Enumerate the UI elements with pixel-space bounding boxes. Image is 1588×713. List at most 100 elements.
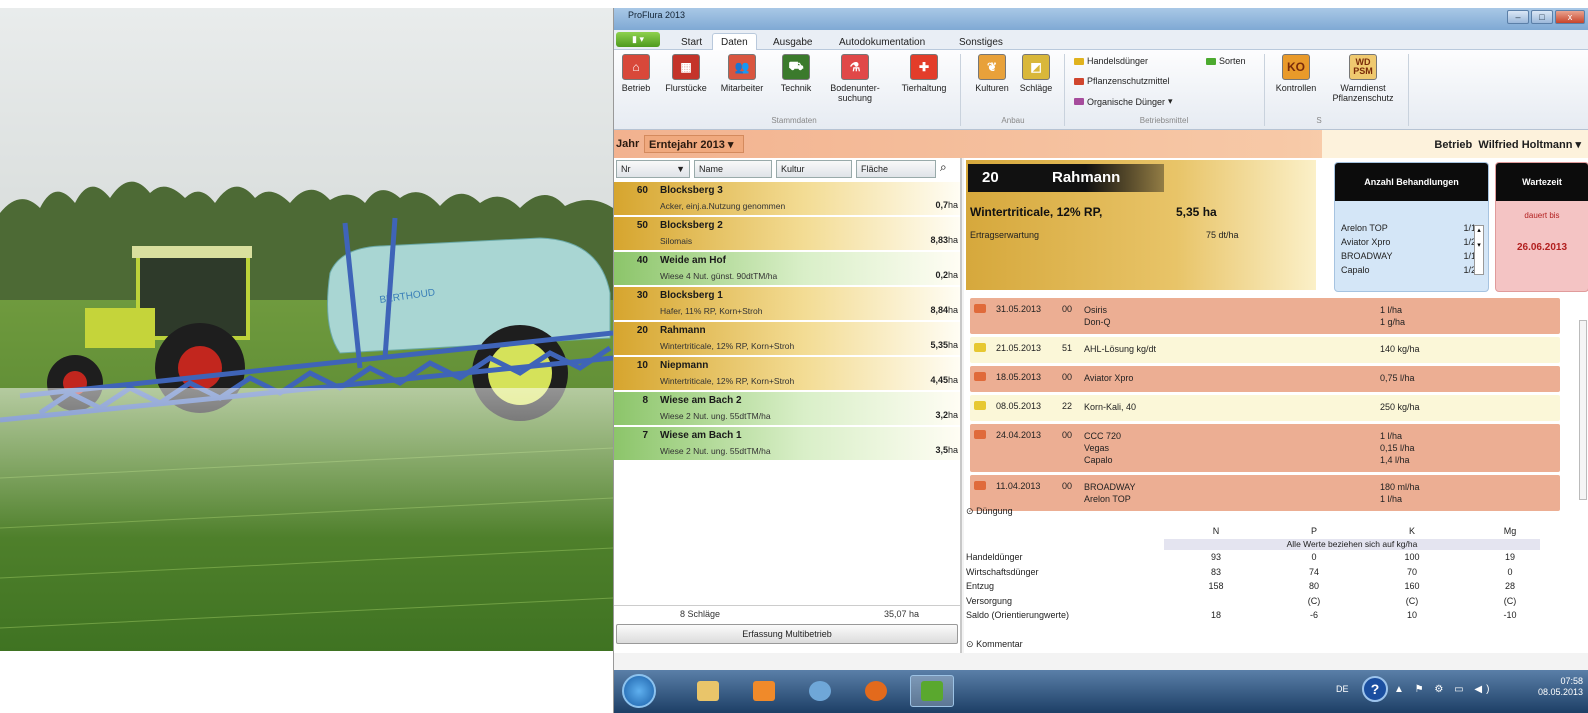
massnahme-amounts: 180 ml/ha 1 l/ha <box>1380 482 1420 504</box>
warndienst-button[interactable]: WD PSM Warndienst Pflanzenschutz <box>1326 54 1400 103</box>
behandlung-item: BROADWAY 1/1 <box>1341 251 1476 265</box>
column-name[interactable]: Name <box>694 160 772 178</box>
wartezeit-sub: dauert bis <box>1524 211 1560 220</box>
behandlungen-scrollbar[interactable]: ▴ ▾ <box>1474 225 1484 275</box>
duengung-column: P <box>1310 526 1317 536</box>
tray-icons[interactable]: ▲ ⚑ ⚙ ▭ ◀) <box>1394 684 1493 695</box>
flaeche-unit: ha <box>947 410 958 420</box>
tab-start[interactable]: Start <box>672 33 711 50</box>
pflanzenschutzmittel-button[interactable]: Pflanzenschutzmittel <box>1074 76 1170 86</box>
flaeche-value: 5,35 <box>930 340 948 350</box>
schlag-count: 8 Schläge <box>680 609 721 619</box>
massnahme-date: 21.05.2013 <box>996 343 1042 353</box>
collapse-icon: ⊙ <box>966 506 974 516</box>
schlag-flaeche: 0,7ha <box>935 200 958 210</box>
betrieb-select[interactable]: Betrieb Wilfried Holtmann ▾ <box>1434 138 1581 151</box>
schlag-kultur: Wintertriticale, 12% RP, Korn+Stroh <box>660 341 795 351</box>
list-item[interactable]: 10 Niepmann Wintertriticale, 12% RP, Korn+… <box>614 357 960 391</box>
duengung-value: 80 <box>1308 581 1319 591</box>
schlag-nr: 10 <box>636 360 648 371</box>
technik-button[interactable]: ⛟ Technik <box>770 54 822 93</box>
flurstuecke-button[interactable]: ▦ Flurstücke <box>660 54 712 93</box>
massnahme-products: BROADWAY Arelon TOP <box>1084 482 1136 504</box>
list-item[interactable]: 8 Wiese am Bach 2 Wiese 2 Nut. ung. 55dtTM… <box>614 392 960 426</box>
duengung-note: Alle Werte beziehen sich auf kg/ha <box>1164 539 1540 550</box>
tab-daten[interactable]: Daten <box>712 33 757 50</box>
fertilizer-icon <box>974 401 986 410</box>
schlag-kultur: Wiese 4 Nut. günst. 90dtTM/ha <box>660 271 778 281</box>
language-indicator[interactable]: DE <box>1336 684 1349 694</box>
schlag-nr: 20 <box>636 325 648 336</box>
app-menu-button[interactable]: ▮ ▾ <box>616 32 660 47</box>
list-item[interactable]: 20 Rahmann Wintertriticale, 12% RP, Korn+S… <box>614 322 960 356</box>
tab-sonstiges[interactable]: Sonstiges <box>950 33 1012 50</box>
list-item[interactable]: 30 Blocksberg 1 Hafer, 11% RP, Korn+Stroh 8… <box>614 287 960 321</box>
column-nr[interactable]: Nr ▼ <box>616 160 690 178</box>
maximize-button[interactable]: □ <box>1531 10 1553 24</box>
taskbar-explorer[interactable] <box>686 675 730 707</box>
year-select[interactable]: Erntejahr 2013 ▾ <box>644 135 744 153</box>
duengung-row-label: Versorgung <box>966 595 1013 606</box>
list-item[interactable]: 7 Wiese am Bach 1 Wiese 2 Nut. ung. 55dtTM… <box>614 427 960 461</box>
taskbar-media[interactable] <box>742 675 786 707</box>
schlag-flaeche: 4,45ha <box>930 375 958 385</box>
duengung-row-label: Saldo (Orientierungwerte) <box>966 610 1070 620</box>
bodenuntersuchung-button[interactable]: ⚗ Bodenunter- suchung <box>822 54 888 103</box>
people-icon: 👥 <box>728 54 756 80</box>
massnahme-row[interactable]: 08.05.2013 22 Korn-Kali, 40 250 kg/ha <box>970 395 1560 421</box>
massnahme-row[interactable]: 31.05.2013 00 Osiris Don-Q 1 l/ha 1 g/ha <box>970 298 1560 334</box>
sorten-button[interactable]: Sorten <box>1206 56 1246 66</box>
behandlungen-panel: Anzahl Behandlungen Arelon TOP 1/1 Aviator… <box>1334 162 1489 292</box>
massnahme-row[interactable]: 24.04.2013 00 CCC 720 Vegas Capalo 1 l/ha 0… <box>970 424 1560 472</box>
help-icon[interactable]: ? <box>1362 676 1388 702</box>
column-kultur[interactable]: Kultur <box>776 160 852 178</box>
tab-ausgabe[interactable]: Ausgabe <box>764 33 821 50</box>
massnahme-row[interactable]: 21.05.2013 51 AHL-Lösung kg/dt 140 kg/ha <box>970 337 1560 363</box>
handelsduenger-button[interactable]: Handelsdünger <box>1074 56 1148 66</box>
organische-duenger-button[interactable]: Organische Dünger ▾ <box>1074 96 1173 107</box>
duengung-header[interactable]: ⊙ Düngung <box>966 506 1566 517</box>
start-button[interactable] <box>622 674 656 708</box>
kommentar-header[interactable]: ⊙ Kommentar <box>966 639 1023 650</box>
flaeche-value: 4,45 <box>930 375 948 385</box>
tierhaltung-button[interactable]: ✚ Tierhaltung <box>896 54 952 93</box>
behandlung-item: Arelon TOP 1/1 <box>1341 223 1476 237</box>
flaeche-value: 3,5 <box>935 445 948 455</box>
behandlungen-list[interactable]: Arelon TOP 1/1 Aviator Xpro 1/2 BROADWAY 1/1 C… <box>1341 223 1476 279</box>
list-item[interactable]: 60 Blocksberg 3 Acker, einj.a.Nutzung geno… <box>614 182 960 216</box>
clock-time: 07:58 <box>1560 676 1583 686</box>
massnahme-row[interactable]: 18.05.2013 00 Aviator Xpro 0,75 l/ha <box>970 366 1560 392</box>
schlaege-button[interactable]: ◩ Schläge <box>1010 54 1062 93</box>
pesticide-icon <box>974 481 986 490</box>
tierhaltung-label: Tierhaltung <box>901 83 947 93</box>
schlag-kultur: Silomais <box>660 236 693 246</box>
search-icon[interactable]: ⌕ <box>940 160 947 175</box>
kontrollen-button[interactable]: KO Kontrollen <box>1270 54 1322 93</box>
duengung-value: 83 <box>1210 566 1221 577</box>
list-item[interactable]: 50 Blocksberg 2 Silomais 8,83ha <box>614 217 960 251</box>
field-sprayer-photo: BERTHOUD <box>0 8 613 651</box>
taskbar-firefox[interactable] <box>854 675 898 707</box>
column-flaeche[interactable]: Fläche <box>856 160 936 178</box>
clock[interactable]: 07:58 08.05.2013 <box>1538 676 1583 698</box>
erfassung-multibetrieb-button[interactable]: Erfassung Multibetrieb <box>616 624 958 644</box>
schlag-nr: 30 <box>636 290 648 301</box>
mitarbeiter-button[interactable]: 👥 Mitarbeiter <box>716 54 768 93</box>
schlag-name: Niepmann <box>660 360 709 371</box>
betrieb-button[interactable]: ⌂ Betrieb <box>614 54 662 93</box>
massnahmen-scrollbar[interactable] <box>1579 320 1587 500</box>
soil-test-icon: ⚗ <box>841 54 869 80</box>
ribbon-separator <box>1408 54 1409 126</box>
flaeche-value: 3,2 <box>935 410 948 420</box>
schlag-list-panel: Nr ▼ Name Kultur Fläche ⌕ 60 Blocksberg 3 A… <box>614 158 962 653</box>
taskbar-network[interactable] <box>798 675 842 707</box>
taskbar-proflura[interactable] <box>910 675 954 707</box>
duengung-value: 74 <box>1308 566 1319 577</box>
year-bar: Jahr Erntejahr 2013 ▾ Betrieb Wilfried H… <box>614 130 1588 158</box>
close-button[interactable]: x <box>1555 10 1585 24</box>
list-item[interactable]: 40 Weide am Hof Wiese 4 Nut. günst. 90dtTM… <box>614 252 960 286</box>
tab-autodokumentation[interactable]: Autodokumentation <box>830 33 934 50</box>
flaeche-unit: ha <box>947 235 958 245</box>
minimize-button[interactable]: – <box>1507 10 1529 24</box>
flaeche-value: 8,83 <box>930 235 948 245</box>
